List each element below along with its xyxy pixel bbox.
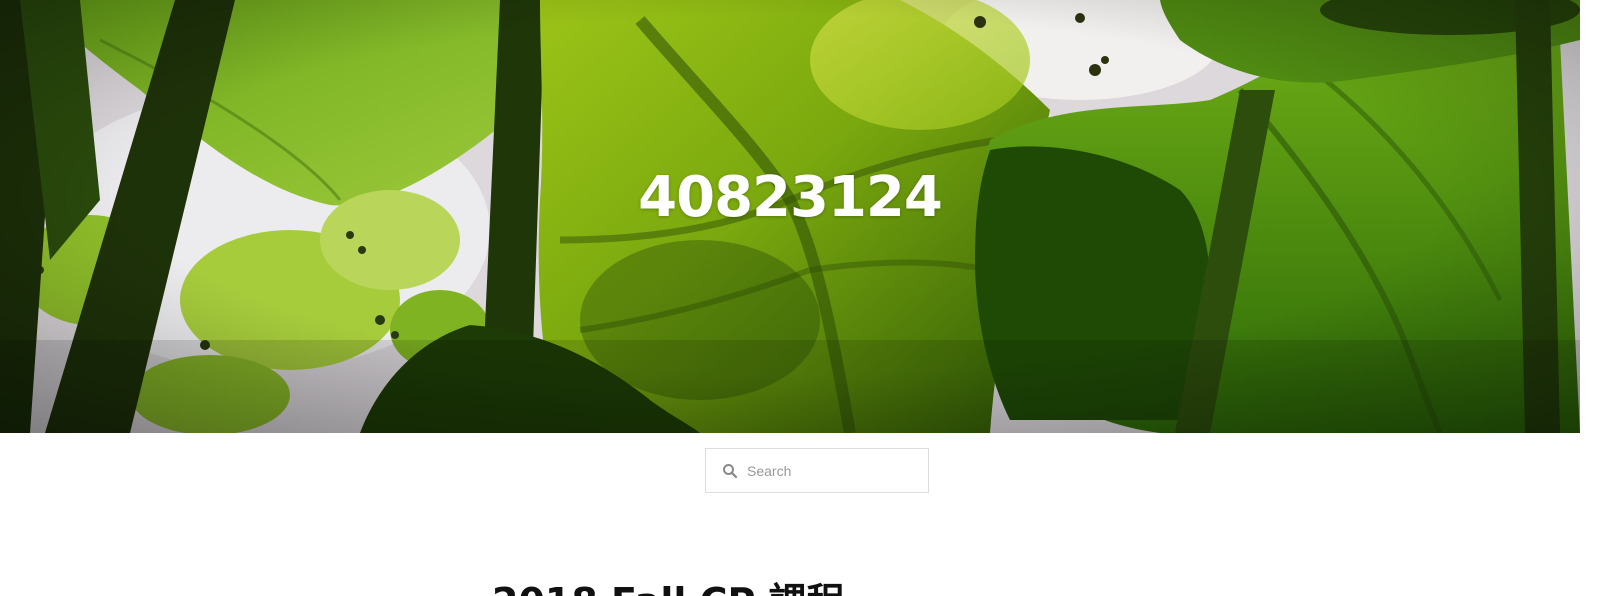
search-form [705, 448, 929, 493]
header-banner: 40823124 [0, 0, 1580, 433]
search-icon[interactable] [721, 462, 739, 480]
search-input[interactable] [747, 462, 917, 479]
page: 40823124 2018 Fall CP 課程 [0, 0, 1598, 596]
site-title[interactable]: 40823124 [0, 160, 1580, 236]
post-title[interactable]: 2018 Fall CP 課程 [492, 579, 845, 596]
